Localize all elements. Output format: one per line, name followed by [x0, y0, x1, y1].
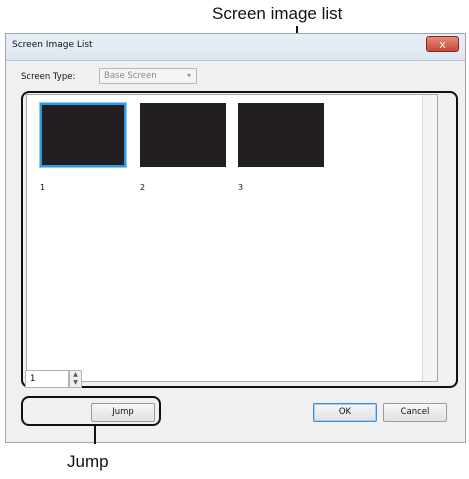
- close-button[interactable]: x: [426, 36, 459, 52]
- jump-page-input[interactable]: 1: [25, 370, 69, 388]
- annotation-frame-jump: [21, 396, 161, 426]
- stepper-down-icon[interactable]: ▼: [70, 379, 81, 387]
- annotation-screen-image-list: Screen image list: [212, 4, 343, 23]
- screen-type-value: Base Screen: [104, 71, 157, 81]
- annotation-line-bottom: [94, 426, 96, 444]
- annotation-frame-list: [21, 91, 458, 388]
- title-bar: Screen Image List x: [6, 34, 465, 61]
- stepper-up-icon[interactable]: ▲: [70, 371, 81, 379]
- ok-button[interactable]: OK: [313, 403, 377, 422]
- annotation-jump: Jump: [67, 452, 109, 471]
- cancel-button[interactable]: Cancel: [383, 403, 447, 422]
- page-stepper[interactable]: ▲ ▼: [69, 370, 82, 388]
- screen-type-label: Screen Type:: [21, 72, 76, 82]
- chevron-down-icon: ▾: [186, 71, 191, 80]
- dialog-title: Screen Image List: [12, 40, 93, 50]
- screen-type-select[interactable]: Base Screen ▾: [99, 68, 197, 84]
